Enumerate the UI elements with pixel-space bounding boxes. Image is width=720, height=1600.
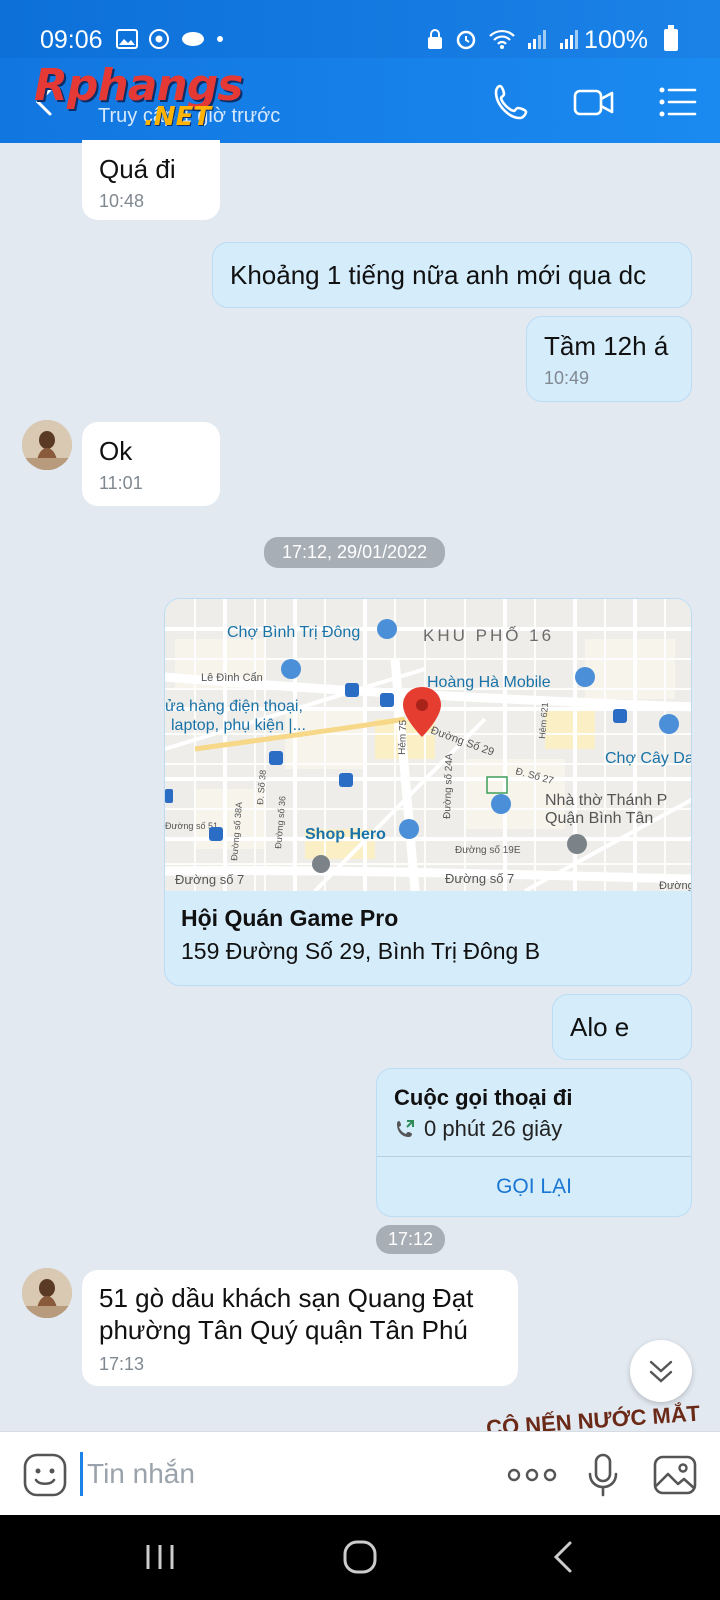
message-input-bar: Tin nhắn [0, 1431, 720, 1515]
location-info: Hội Quán Game Pro 159 Đường Số 29, Bình … [181, 905, 540, 965]
location-address: 159 Đường Số 29, Bình Trị Đông B [181, 938, 541, 964]
map-label: Chợ Cây Da [605, 750, 692, 767]
system-navigation-bar [0, 1515, 720, 1600]
map-label: Đường [659, 880, 692, 891]
map-label: Shop Hero [305, 826, 386, 843]
status-bar: 09:06 100% [0, 0, 720, 58]
message-time: 17:13 [99, 1354, 145, 1374]
date-divider: 17:12, 29/01/2022 [264, 537, 446, 568]
more-options-icon[interactable] [506, 1452, 558, 1498]
contact-avatar[interactable] [22, 1268, 72, 1318]
map-label: Lê Đình Cẩn [201, 672, 263, 684]
message-bubble-incoming[interactable]: Quá đi 10:48 [82, 140, 220, 220]
signal-icon-2 [560, 30, 578, 49]
gallery-icon [116, 29, 138, 49]
map-label: Đường số 7 [175, 872, 244, 887]
dot-icon [217, 36, 223, 42]
call-log-card[interactable]: Cuộc gọi thoại đi 0 phút 26 giây GỌI LẠI [376, 1068, 692, 1217]
message-text: Khoảng 1 tiếng nữa anh mới qua dc [230, 260, 647, 290]
map-label: KHU PHỐ 16 [423, 625, 554, 645]
watermark-logo-net: .NET [144, 102, 212, 132]
time-divider: 17:12 [376, 1225, 446, 1254]
lock-icon [428, 29, 442, 49]
watermark-logo: Rphangs [34, 60, 243, 111]
menu-list-icon[interactable] [656, 80, 700, 124]
map-label: Nhà thờ Thánh P [545, 792, 667, 809]
map-label: Đường số 19E [455, 844, 521, 856]
map-label: Chợ Bình Trị Đông [227, 624, 360, 641]
message-bubble-outgoing[interactable]: Khoảng 1 tiếng nữa anh mới qua dc [212, 242, 692, 308]
emoji-icon[interactable] [22, 1452, 68, 1498]
phone-call-icon[interactable] [490, 80, 534, 124]
cloud-icon [182, 32, 204, 46]
call-duration-row: 0 phút 26 giây [394, 1116, 562, 1142]
chevrons-down-icon [649, 1360, 673, 1383]
message-bubble-outgoing[interactable]: Tầm 12h á 10:49 [526, 316, 692, 402]
avatar-image [22, 1268, 72, 1318]
home-icon[interactable] [340, 1537, 380, 1577]
map-label: Hoàng Hà Mobile [427, 674, 551, 691]
wifi-icon [489, 29, 515, 49]
message-time: 10:49 [544, 368, 590, 388]
contact-avatar[interactable] [22, 420, 72, 470]
location-card[interactable]: Chợ Bình Trị Đông KHU PHỐ 16 Lê Đình Cẩn… [164, 598, 692, 986]
recent-apps-icon[interactable] [140, 1537, 180, 1577]
map-label: ửa hàng điện thoại, [165, 698, 303, 715]
message-time: 10:48 [99, 191, 145, 211]
notification-icons [116, 28, 224, 50]
back-icon[interactable] [544, 1537, 584, 1577]
map-label: Hẻm 75 [397, 719, 409, 755]
status-time: 09:06 [40, 26, 103, 54]
call-duration: 0 phút 26 giây [424, 1116, 563, 1141]
gallery-image-icon[interactable] [652, 1452, 698, 1498]
map-label: Quận Bình Tân [545, 810, 653, 827]
message-text: Ok [99, 436, 133, 466]
map-preview[interactable]: Chợ Bình Trị Đông KHU PHỐ 16 Lê Đình Cẩn… [165, 599, 692, 891]
alarm-icon [456, 30, 476, 50]
map-label: Đường số 24A [441, 753, 455, 819]
message-time: 11:01 [99, 473, 143, 493]
call-title: Cuộc gọi thoại đi [394, 1085, 573, 1110]
battery-icon [664, 25, 678, 51]
avatar-image [22, 420, 72, 470]
battery-percent: 100% [584, 26, 648, 54]
microphone-icon[interactable] [580, 1452, 626, 1498]
map-label: laptop, phụ kiện |... [171, 717, 306, 734]
map-label: Đường số 7 [445, 871, 514, 886]
system-icons [426, 27, 580, 51]
chrome-icon [149, 29, 169, 49]
message-bubble-outgoing[interactable]: Alo e [552, 994, 692, 1060]
call-back-button[interactable]: GỌI LẠI [377, 1157, 691, 1216]
signal-icon [528, 30, 546, 49]
message-bubble-incoming[interactable]: 51 gò dầu khách sạn Quang Đạt phường Tân… [82, 1270, 518, 1386]
message-text: 51 gò dầu khách sạn Quang Đạt phường Tân… [99, 1283, 474, 1345]
message-bubble-incoming[interactable]: Ok 11:01 [82, 422, 220, 506]
message-text: Tầm 12h á [544, 331, 669, 361]
scroll-to-bottom-button[interactable] [630, 1340, 692, 1402]
message-text: Quá đi [99, 154, 176, 184]
video-call-icon[interactable] [572, 80, 616, 124]
message-text: Alo e [570, 1012, 630, 1042]
chat-header: Truy cập 1 giờ trước Rphangs .NET [0, 58, 720, 143]
outgoing-call-icon [397, 1120, 414, 1137]
location-name: Hội Quán Game Pro [181, 905, 399, 931]
message-input[interactable]: Tin nhắn [80, 1452, 480, 1496]
